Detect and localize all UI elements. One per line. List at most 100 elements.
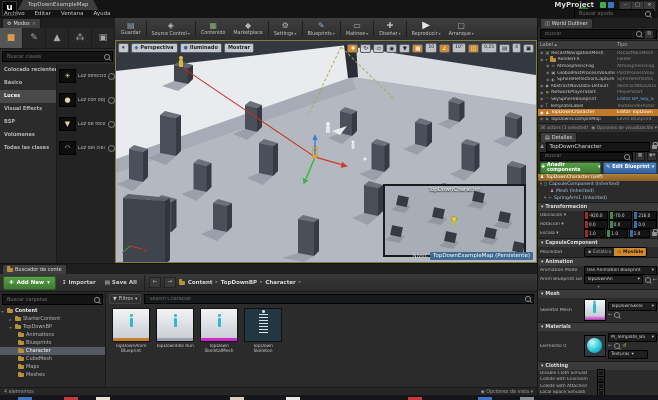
settings-button[interactable]: ⚙ Settings▾ [270,18,301,40]
tab-content-browser[interactable]: Buscador de conte [2,264,67,274]
asset-search-box[interactable] [144,294,534,304]
class-search-box[interactable] [2,51,113,62]
details-search-input[interactable] [543,153,622,160]
matinee-button[interactable]: ▭ Matinee▾ [342,18,372,40]
section-materials[interactable]: ▾ Materials [538,322,658,331]
camera-speed-value[interactable]: 4 [512,43,521,53]
tree-item-animations[interactable]: Animations [0,331,105,339]
outliner-search-box[interactable]: ▥ [540,29,657,39]
component-row-springarm[interactable]: ▾ ⌐ SpringArm1 (Inherited) [538,195,658,202]
tree-item-topdownbp[interactable]: ▾TopDownBP [0,323,105,331]
scale-tool-button[interactable]: ▱ [373,44,384,53]
level-name-badge[interactable]: TopDownExampleMap (Persistente) [430,252,533,260]
os-taskbar-strip[interactable] [0,395,658,400]
level-tab[interactable]: TopDownExampleMap [18,0,98,10]
surface-snap-toggle[interactable]: ▼ [399,44,410,53]
caret-down-icon[interactable]: ▾ [544,196,546,202]
use-selected-icon[interactable]: ← [608,312,612,318]
tab-world-outliner[interactable]: ◫ World Outliner [540,18,593,28]
import-button[interactable]: ↧ Importar [59,280,99,286]
mode-place-button[interactable]: ■ [0,28,23,48]
save-button[interactable]: ▤ Guardar [117,18,145,40]
light-item-sky[interactable]: ◠ Luz del ciel [57,136,117,160]
content-button[interactable]: ▦ Contenido [197,18,230,40]
menu-ayuda[interactable]: Ayuda [93,10,110,18]
scale-snap-toggle[interactable]: ◫ [468,44,479,53]
category-volumenes[interactable]: Volúmenes [0,129,56,142]
angle-snap-toggle[interactable]: ∠ [439,44,450,53]
light-item-spot[interactable]: ▼ Luz de foco [57,112,117,136]
eye-icon[interactable]: ◉ [540,83,544,89]
column-label[interactable]: Label ▴ [540,43,617,48]
eye-icon[interactable]: ◉ [540,90,544,96]
outliner-row[interactable]: ◉⚑ NetworkPlayerStartPlayerStart [538,90,658,97]
mode-paint-button[interactable]: ✎ [23,28,46,48]
reset-icon[interactable]: ↺ [622,343,626,349]
tree-item-content[interactable]: ▾Content [0,307,105,315]
tree-item-maps[interactable]: Maps [0,363,105,371]
tree-item-cubemesh[interactable]: CubeMesh [0,355,105,363]
outliner-row[interactable]: ◉◐ SphereReflectionCaptureSphereReflecti… [538,76,658,83]
skeletal-mesh-dropdown[interactable]: TopDownSkele▾ [608,302,657,311]
section-animation[interactable]: ▾ Animation [538,257,658,266]
caret-down-icon[interactable]: ▾ [0,309,5,314]
add-component-button[interactable]: ✚ Añadir componente ▾ [540,162,601,174]
category-bsp[interactable]: BSP [0,116,56,129]
location-label[interactable]: Ubicación ▾ [540,213,582,218]
tree-item-meshes[interactable]: Meshes [0,371,105,379]
outliner-row[interactable]: ◉▾ RenderFXFolder [538,57,658,64]
eye-icon[interactable]: ◉ [546,63,550,69]
category-recent[interactable]: Colocado recientemente [0,64,56,77]
light-item-directional[interactable]: ☀ Luz direccio [57,64,117,88]
mode-landscape-button[interactable]: ▲ [46,28,69,48]
outliner-search-input[interactable] [543,31,634,38]
caret-right-icon[interactable]: ▸ [8,317,13,322]
section-transform[interactable]: ▾ Transformación [538,202,658,211]
details-search-box[interactable] [540,152,633,161]
marketplace-button[interactable]: ◆ Marketplace [229,18,266,40]
eye-icon[interactable]: ◉ [540,110,544,116]
eye-icon[interactable]: ◉ [540,50,544,56]
character-on-block[interactable] [179,56,183,67]
filters-button[interactable]: ▼ Filtros ▾ [109,294,141,304]
eye-icon[interactable]: ◉ [546,77,550,83]
asset-tile-skeleton[interactable]: TopDown Skeleton [244,308,282,354]
lock-icon[interactable] [652,145,657,149]
camera-speed-button[interactable]: ▤ [499,44,510,53]
material-dropdown[interactable]: M_Template_Ba▾ [608,333,657,342]
light-item-point[interactable]: ● Luz con obj [57,88,117,112]
lit-mode-button[interactable]: ● Iluminado [180,43,222,53]
asset-tile-animblueprint[interactable]: TopDownAnim Blueprint [112,308,150,354]
eye-icon[interactable]: ◉ [546,70,550,76]
component-row-self[interactable]: ♟ TopDownCharacter (self) [538,174,658,181]
show-button[interactable]: Mostrar [224,43,254,53]
character-preview-window[interactable]: TopDownCharacter [383,184,526,257]
asset-tile-idlerun[interactable]: TopDownIdle Run [156,308,194,354]
asset-search-input[interactable] [147,296,523,303]
outliner-row[interactable]: ◉◈ TopDownExampleMapLevel Blueprint [538,116,658,123]
maximize-viewport-button[interactable]: ▣ [523,44,534,53]
location-z-field[interactable]: 216.0 [633,211,657,220]
feedback-icon[interactable] [600,2,606,8]
category-visual-effects[interactable]: Visual Effects [0,103,56,116]
tab-detalles[interactable]: ▤ Detalles [540,132,577,142]
details-eye-dropdown[interactable]: ◉▾ [647,152,657,161]
bug-report-icon[interactable] [608,2,614,8]
scale-lock-icon[interactable] [652,232,657,236]
tree-item-blueprints[interactable]: Blueprints [0,339,105,347]
scale-y-field[interactable]: 1.0 [606,229,627,238]
eye-icon[interactable]: ◉ [540,116,544,122]
viewport-options-button[interactable]: ▾ [118,43,129,53]
angle-snap-value[interactable]: 10° [452,43,466,53]
save-all-button[interactable]: ▤ Save All [102,280,140,286]
section-capsule[interactable]: ▾ CapsuleComponent [538,238,658,247]
eye-icon[interactable]: ◉ [540,57,544,63]
textures-button[interactable]: Texturas ▾ [608,350,648,359]
outliner-row-selected[interactable]: ◉♟ TopDownCharacterEditar TopDown [538,109,658,116]
outliner-row[interactable]: ◉◠ SkySphereBlueprintEditar BP_Sky_S [538,96,658,103]
eye-icon[interactable]: ◉ [540,103,544,109]
scale-label[interactable]: Escala ▾ [540,231,582,236]
scale-z-field[interactable]: 1.0 [629,229,650,238]
forward-button[interactable]: → [164,277,176,288]
grid-snap-value[interactable]: 10 [425,43,437,53]
